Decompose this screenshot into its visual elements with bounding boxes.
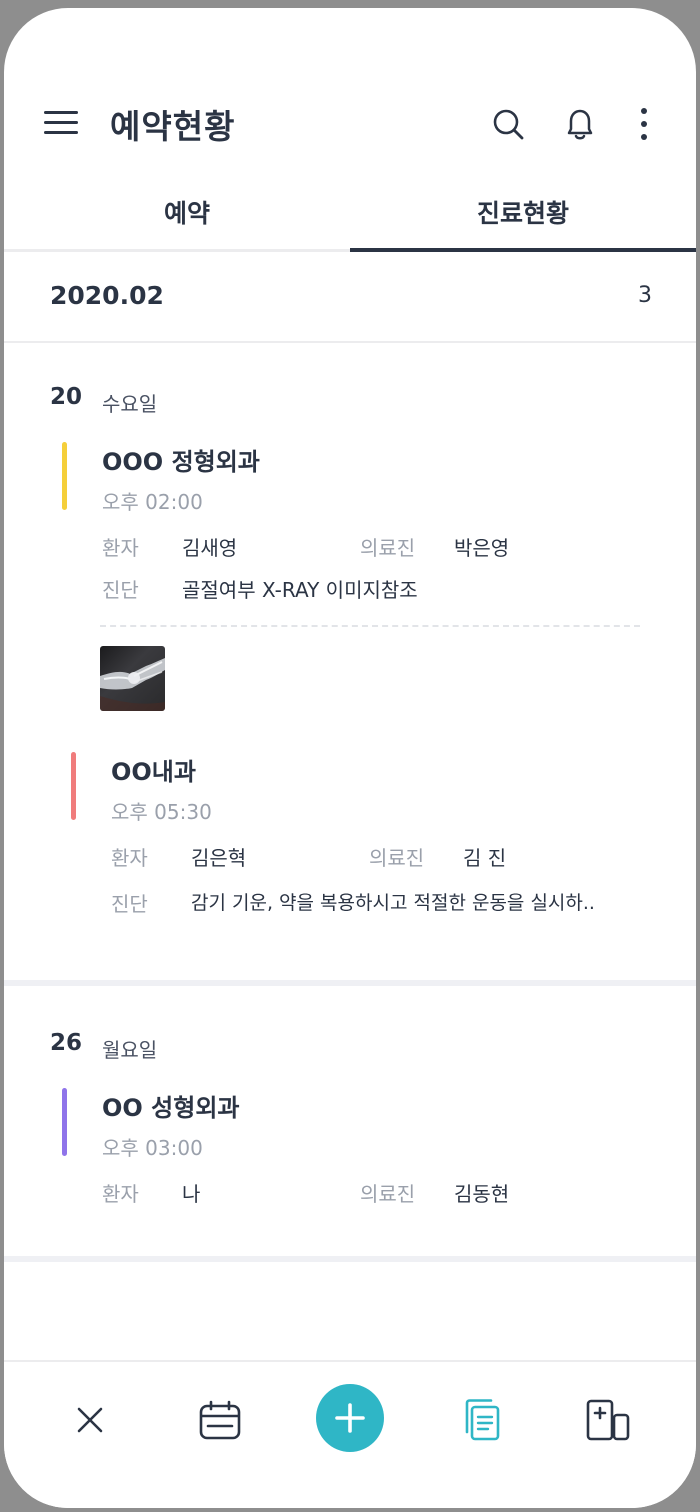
xray-image-thumbnail[interactable] bbox=[100, 646, 165, 711]
page-title: 예약현황 bbox=[110, 107, 236, 146]
patient-label: 환자 bbox=[102, 536, 139, 560]
patient-value: 나 bbox=[182, 1182, 201, 1206]
bottom-navigation bbox=[4, 1360, 696, 1508]
diagnosis-label: 진단 bbox=[102, 578, 139, 602]
day-number: 26 bbox=[50, 1030, 83, 1056]
section-divider bbox=[4, 980, 696, 986]
add-button[interactable] bbox=[316, 1384, 384, 1452]
add-device-icon[interactable] bbox=[582, 1394, 634, 1446]
clinic-name[interactable]: OO내과 bbox=[111, 752, 196, 787]
patient-value: 김새영 bbox=[182, 536, 238, 560]
tab-treatment-status[interactable]: 진료현황 bbox=[350, 172, 696, 252]
record-count: 3 bbox=[638, 283, 652, 308]
diagnosis-value: 골절여부 X-RAY 이미지참조 bbox=[182, 578, 418, 602]
tab-reservation[interactable]: 예약 bbox=[4, 172, 350, 252]
appointment-time: 오후 05:30 bbox=[111, 800, 212, 824]
appointment-color-bar bbox=[62, 442, 67, 510]
menu-icon[interactable] bbox=[44, 108, 80, 136]
clinic-name[interactable]: OOO 정형외과 bbox=[102, 442, 260, 477]
clinic-name[interactable]: OO 성형외과 bbox=[102, 1088, 239, 1123]
document-icon[interactable] bbox=[456, 1394, 508, 1446]
search-icon[interactable] bbox=[488, 104, 528, 144]
add-icon bbox=[335, 1403, 365, 1433]
appointment-time: 오후 03:00 bbox=[102, 1136, 203, 1160]
doctor-value: 김 진 bbox=[463, 846, 507, 870]
patient-label: 환자 bbox=[111, 846, 148, 870]
appointment-color-bar bbox=[71, 752, 76, 820]
close-icon[interactable] bbox=[64, 1394, 116, 1446]
weekday-label: 수요일 bbox=[102, 392, 158, 416]
patient-value: 김은혁 bbox=[191, 846, 247, 870]
month-label: 2020.02 bbox=[50, 281, 164, 310]
doctor-label: 의료진 bbox=[369, 846, 425, 870]
appointment-color-bar bbox=[62, 1088, 67, 1156]
diagnosis-value: 감기 기운, 약을 복용하시고 적절한 운동을 실시하.. bbox=[191, 892, 595, 914]
tab-bar: 예약 진료현황 bbox=[4, 172, 696, 252]
doctor-label: 의료진 bbox=[360, 536, 416, 560]
active-tab-indicator bbox=[350, 248, 696, 252]
doctor-value: 김동현 bbox=[454, 1182, 510, 1206]
app-header: 예약현황 bbox=[4, 8, 696, 168]
dashed-divider bbox=[100, 625, 640, 627]
weekday-label: 월요일 bbox=[102, 1038, 158, 1062]
more-vertical-icon[interactable] bbox=[624, 104, 664, 144]
bell-icon[interactable] bbox=[560, 104, 600, 144]
section-divider bbox=[4, 1256, 696, 1262]
diagnosis-label: 진단 bbox=[111, 892, 148, 916]
doctor-value: 박은영 bbox=[454, 536, 510, 560]
phone-screen: 예약현황 예약 진료현황 2020.02 3 20 수요일 OOO 정형외과 오… bbox=[4, 8, 696, 1508]
patient-label: 환자 bbox=[102, 1182, 139, 1206]
day-number: 20 bbox=[50, 384, 83, 410]
doctor-label: 의료진 bbox=[360, 1182, 416, 1206]
month-header: 2020.02 3 bbox=[4, 255, 696, 343]
appointment-time: 오후 02:00 bbox=[102, 490, 203, 514]
calendar-icon[interactable] bbox=[194, 1394, 246, 1446]
